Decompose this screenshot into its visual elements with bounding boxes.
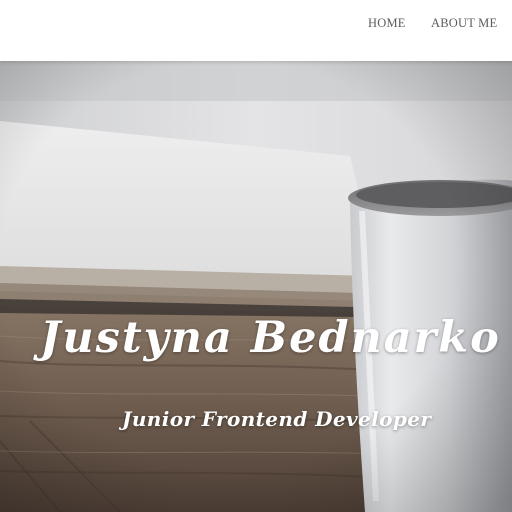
nav-link-about-me[interactable]: ABOUT ME xyxy=(431,16,497,31)
hero-name: Justyna Bednarko xyxy=(40,313,501,363)
top-navbar: HOME ABOUT ME xyxy=(0,0,512,61)
hero-background-image xyxy=(0,61,512,512)
nav-link-home[interactable]: HOME xyxy=(368,16,406,31)
hero-subtitle: Junior Frontend Developer xyxy=(122,407,432,431)
hero-section: Justyna Bednarko Junior Frontend Develop… xyxy=(0,61,512,512)
